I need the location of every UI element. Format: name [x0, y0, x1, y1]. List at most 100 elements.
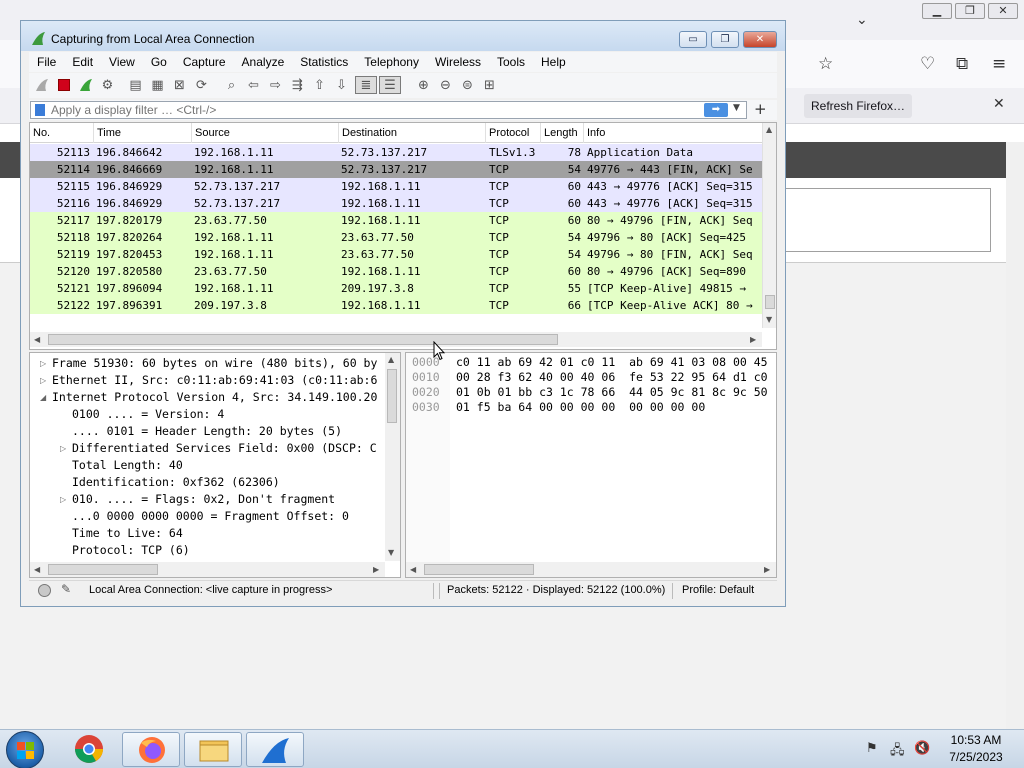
collapsed-arrow-icon[interactable]: ▷ [40, 376, 46, 385]
column-header-time[interactable]: Time [94, 123, 192, 143]
star-icon[interactable]: ☆ [818, 54, 833, 74]
menu-file[interactable]: File [29, 52, 64, 72]
taskbar-wireshark[interactable] [246, 732, 304, 767]
tree-item[interactable]: Protocol: TCP (6) [72, 542, 190, 559]
go-first-packet-icon[interactable]: ⇧ [310, 76, 329, 94]
expert-info-icon[interactable] [38, 584, 51, 597]
close-button[interactable]: ✕ [743, 31, 777, 48]
reload-file-icon[interactable]: ⟳ [192, 76, 211, 94]
tree-item[interactable]: 010. .... = Flags: 0x2, Don't fragment [72, 491, 335, 508]
tree-item[interactable]: Identification: 0xf362 (62306) [72, 474, 280, 491]
save-file-icon[interactable]: ▦ [148, 76, 167, 94]
menu-go[interactable]: Go [143, 52, 175, 72]
scrollbar-thumb[interactable] [48, 564, 158, 575]
capture-comment-icon[interactable]: ✎ [61, 582, 71, 596]
capture-options-gear-icon[interactable]: ⚙ [98, 76, 117, 94]
scroll-up-icon[interactable]: ▲ [766, 125, 772, 134]
table-row[interactable]: 52119 197.820453 192.168.1.11 23.63.77.50 TC… [30, 246, 762, 263]
tree-item[interactable]: ...0 0000 0000 0000 = Fragment Offset: 0 [72, 508, 349, 525]
tree-item[interactable]: Frame 51930: 60 bytes on wire (480 bits)… [52, 355, 377, 372]
zoom-out-icon[interactable]: ⊖ [436, 76, 455, 94]
table-row[interactable]: 52120 197.820580 23.63.77.50 192.168.1.11 TC… [30, 263, 762, 280]
table-row[interactable]: 52115 196.846929 52.73.137.217 192.168.1.11… [30, 178, 762, 195]
status-profile[interactable]: Profile: Default [682, 584, 754, 596]
taskbar-firefox[interactable] [122, 732, 180, 767]
scrollbar-thumb[interactable] [387, 369, 397, 423]
firefox-close-button[interactable]: ✕ [988, 3, 1018, 19]
autoscroll-icon[interactable]: ≣ [355, 76, 377, 94]
scroll-up-icon[interactable]: ▲ [388, 355, 394, 364]
refresh-firefox-button[interactable]: Refresh Firefox… [804, 94, 912, 118]
column-header-source[interactable]: Source [192, 123, 339, 143]
close-file-icon[interactable]: ⊠ [170, 76, 189, 94]
firefox-minimize-button[interactable]: ▁ [922, 3, 952, 19]
restart-capture-icon[interactable] [76, 76, 95, 94]
menu-telephony[interactable]: Telephony [356, 52, 427, 72]
column-header-info[interactable]: Info [584, 123, 762, 143]
windows-logo-icon[interactable] [6, 731, 44, 768]
scrollbar-thumb[interactable] [48, 334, 558, 345]
go-last-packet-icon[interactable]: ⇩ [332, 76, 351, 94]
column-header-length[interactable]: Length [541, 123, 584, 143]
clock-time[interactable]: 10:53 AM [946, 733, 1006, 747]
maximize-button[interactable]: ❐ [711, 31, 739, 48]
collapsed-arrow-icon[interactable]: ▷ [60, 495, 66, 504]
tree-item[interactable]: 0100 .... = Version: 4 [72, 406, 224, 423]
stop-capture-icon[interactable] [54, 76, 73, 94]
display-filter-input[interactable] [51, 103, 691, 117]
scroll-down-icon[interactable]: ▼ [388, 548, 394, 557]
taskbar-file-explorer[interactable] [184, 732, 242, 767]
find-packet-icon[interactable]: ⌕ [222, 76, 241, 94]
table-row[interactable]: 52118 197.820264 192.168.1.11 23.63.77.50 TC… [30, 229, 762, 246]
scroll-right-icon[interactable]: ▶ [764, 565, 770, 574]
details-vertical-scrollbar[interactable]: ▲ ▼ [385, 353, 400, 561]
go-to-packet-icon[interactable]: ⇶ [288, 76, 307, 94]
column-header-destination[interactable]: Destination [339, 123, 486, 143]
hex-bytes[interactable]: 00 28 f3 62 40 00 40 06 fe 53 22 95 64 d… [456, 370, 768, 385]
scrollbar-thumb[interactable] [424, 564, 534, 575]
table-row[interactable]: 52122 197.896391 209.197.3.8 192.168.1.11 TC… [30, 297, 762, 314]
taskbar-chrome[interactable] [60, 732, 118, 767]
tree-item[interactable]: Internet Protocol Version 4, Src: 34.149… [52, 389, 377, 406]
chevron-down-icon[interactable]: ▼ [733, 103, 740, 113]
column-header-no[interactable]: No. [30, 123, 94, 143]
minimize-button[interactable]: ▭ [679, 31, 707, 48]
table-row[interactable]: 52113 196.846642 192.168.1.11 52.73.137.217… [30, 144, 762, 161]
speaker-muted-icon[interactable]: 🔇 [914, 741, 930, 756]
normal-size-icon[interactable]: ⊜ [458, 76, 477, 94]
menu-capture[interactable]: Capture [175, 52, 234, 72]
start-capture-fin-icon[interactable] [32, 76, 51, 94]
close-icon[interactable]: ✕ [993, 96, 1005, 112]
zoom-in-icon[interactable]: ⊕ [414, 76, 433, 94]
tree-item[interactable]: Ethernet II, Src: c0:11:ab:69:41:03 (c0:… [52, 372, 377, 389]
details-horizontal-scrollbar[interactable]: ◀ ▶ [30, 562, 385, 577]
packet-list-horizontal-scrollbar[interactable]: ◀ ▶ [30, 332, 762, 347]
network-icon[interactable]: 🖧 [890, 741, 905, 763]
tree-item[interactable]: Differentiated Services Field: 0x00 (DSC… [72, 440, 377, 457]
menu-help[interactable]: Help [533, 52, 574, 72]
go-back-icon[interactable]: ⇦ [244, 76, 263, 94]
table-row[interactable]: 52121 197.896094 192.168.1.11 209.197.3.8 TC… [30, 280, 762, 297]
scroll-left-icon[interactable]: ◀ [410, 565, 416, 574]
firefox-restore-button[interactable]: ❐ [955, 3, 985, 19]
flag-icon[interactable]: ⚑ [866, 741, 878, 756]
tree-item[interactable]: Total Length: 40 [72, 457, 183, 474]
table-row[interactable]: 52117 197.820179 23.63.77.50 192.168.1.11 TC… [30, 212, 762, 229]
expanded-arrow-icon[interactable]: ◢ [40, 393, 46, 402]
collapsed-arrow-icon[interactable]: ▷ [40, 359, 46, 368]
bookmark-icon[interactable] [35, 104, 45, 116]
arrow-right-icon[interactable]: ➡ [704, 103, 728, 117]
hex-bytes[interactable]: c0 11 ab 69 42 01 c0 11 ab 69 41 03 08 0… [456, 355, 768, 370]
scroll-right-icon[interactable]: ▶ [750, 335, 756, 344]
menu-edit[interactable]: Edit [64, 52, 101, 72]
table-row[interactable]: 52116 196.846929 52.73.137.217 192.168.1.11… [30, 195, 762, 212]
hamburger-menu-icon[interactable]: ≡ [992, 54, 1006, 74]
resize-columns-icon[interactable]: ⊞ [480, 76, 499, 94]
hex-bytes[interactable]: 01 0b 01 bb c3 1c 78 66 44 05 9c 81 8c 9… [456, 385, 768, 400]
pocket-icon[interactable]: ♡ [920, 54, 935, 74]
menu-wireless[interactable]: Wireless [427, 52, 489, 72]
packet-list-vertical-scrollbar[interactable]: ▲ ▼ [762, 123, 776, 328]
scroll-down-icon[interactable]: ▼ [766, 315, 772, 324]
firefox-scrollbar[interactable] [1006, 142, 1024, 729]
scrollbar-thumb[interactable] [765, 295, 775, 309]
